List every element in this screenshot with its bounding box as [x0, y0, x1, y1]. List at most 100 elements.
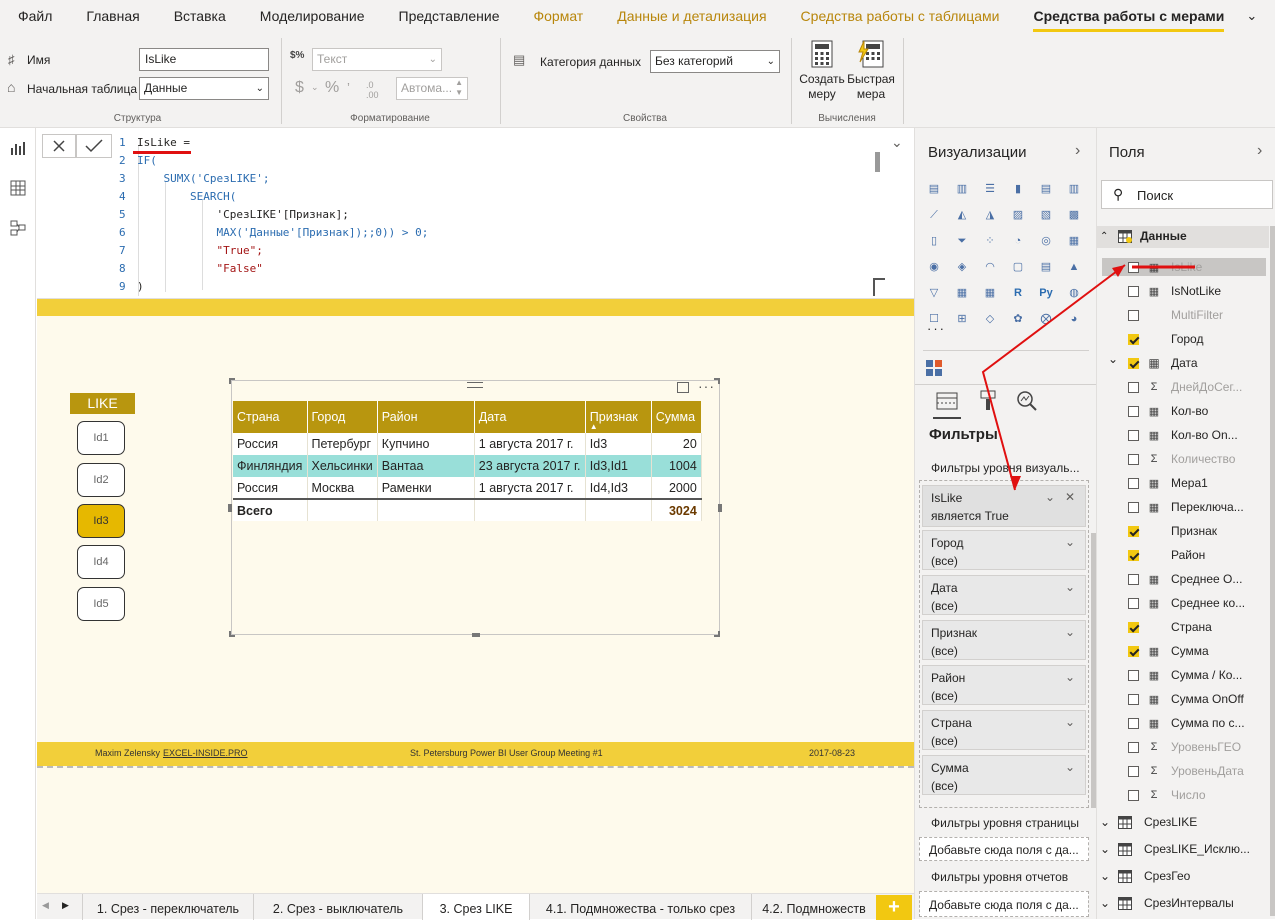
field-item[interactable]: ▦ Кол-во	[1128, 402, 1208, 420]
slicer-item[interactable]: Id4	[77, 545, 125, 579]
tab-scroll-left-icon[interactable]: ◀	[42, 900, 49, 911]
field-item[interactable]: Район	[1128, 546, 1205, 564]
funnel-icon[interactable]: ⏷	[953, 233, 971, 251]
report-filter-drop-zone[interactable]: Добавьте сюда поля с да...	[919, 891, 1089, 917]
table-row[interactable]: Россия Петербург Купчино 1 августа 2017 …	[233, 433, 702, 455]
chevron-down-icon[interactable]: ⌄	[1065, 580, 1075, 594]
currency-icon[interactable]: $	[295, 79, 304, 97]
clustered-bar-icon[interactable]: ☰	[981, 181, 999, 199]
arcgis-icon[interactable]: ◍	[1065, 285, 1083, 303]
close-icon[interactable]: ✕	[1065, 490, 1075, 504]
column-header[interactable]: Дата	[474, 401, 586, 433]
field-item[interactable]: ▦ IsLike	[1102, 258, 1266, 276]
field-item[interactable]: ▦ Переключа...	[1128, 498, 1244, 516]
formula-scroll-end[interactable]	[873, 278, 885, 296]
chevron-down-icon[interactable]: ⌄	[1045, 490, 1055, 504]
model-view-icon[interactable]	[9, 220, 27, 236]
column-header[interactable]: Район	[377, 401, 475, 433]
field-checkbox[interactable]	[1128, 357, 1139, 369]
tab-page-5[interactable]: 4.2. Подмножеств	[752, 894, 876, 920]
chevron-down-icon[interactable]: ⌄	[1100, 815, 1118, 829]
field-item[interactable]: Страна	[1128, 618, 1212, 636]
fish-icon[interactable]: ✿	[1009, 311, 1027, 329]
measure-name-input[interactable]: IsLike	[139, 48, 269, 71]
field-checkbox[interactable]	[1128, 525, 1139, 537]
field-checkbox[interactable]	[1128, 741, 1139, 753]
menu-measure-tools[interactable]: Средства работы с мерами	[1033, 0, 1224, 32]
format-paint-icon[interactable]	[979, 390, 997, 412]
chevron-up-icon[interactable]: ⌃	[1100, 231, 1118, 242]
treemap-icon[interactable]: ▦	[1065, 233, 1083, 251]
report-view-icon[interactable]	[9, 140, 27, 156]
ribbon-chart-icon[interactable]: ▩	[1065, 207, 1083, 225]
slicer-item[interactable]: Id2	[77, 463, 125, 497]
table-row[interactable]: Россия Москва Раменки 1 августа 2017 г. …	[233, 477, 702, 499]
more-options-icon[interactable]: ···	[698, 378, 715, 394]
analytics-icon[interactable]	[1016, 390, 1038, 412]
filter-card-attribute[interactable]: Признак (все) ⌄	[922, 620, 1086, 660]
field-item[interactable]: ▦ Сумма / Ко...	[1128, 666, 1242, 684]
menu-view[interactable]: Представление	[399, 0, 500, 32]
slicer-item-selected[interactable]: Id3	[77, 504, 125, 538]
more-visuals-icon[interactable]: ···	[927, 321, 946, 336]
stacked-area-icon[interactable]: ◮	[981, 207, 999, 225]
field-item[interactable]: ▦ Дата ⌄	[1108, 352, 1198, 372]
area-chart-icon[interactable]: ◭	[953, 207, 971, 225]
field-checkbox[interactable]	[1128, 285, 1139, 297]
field-checkbox[interactable]	[1128, 789, 1139, 801]
quick-measure-button[interactable]: Быстрая мера	[846, 38, 896, 108]
resize-handle[interactable]	[718, 504, 722, 512]
menu-table-tools[interactable]: Средства работы с таблицами	[801, 0, 1000, 32]
drag-handle-icon[interactable]	[467, 382, 483, 388]
waterfall-icon[interactable]: ▯	[925, 233, 943, 251]
field-item[interactable]: ▦ Сумма OnOff	[1128, 690, 1244, 708]
field-checkbox[interactable]	[1128, 309, 1139, 321]
format-select[interactable]: Текст ⌄	[312, 48, 442, 71]
resize-handle[interactable]	[228, 504, 232, 512]
thousands-icon[interactable]: ’	[347, 80, 350, 95]
resize-handle[interactable]	[229, 631, 235, 637]
fields-scrollbar[interactable]	[1270, 226, 1275, 916]
chevron-down-icon[interactable]: ⌄	[1065, 670, 1075, 684]
table-node[interactable]: ⌄ СрезИнтервалы	[1100, 896, 1234, 911]
multirow-card-icon[interactable]: ▤	[1037, 259, 1055, 277]
chord-icon[interactable]: ⨂	[1037, 311, 1055, 329]
field-checkbox[interactable]	[1128, 381, 1139, 393]
field-checkbox[interactable]	[1128, 717, 1139, 729]
field-item[interactable]: Σ УровеньГЕО	[1128, 738, 1241, 756]
table-row[interactable]: Финляндия Хельсинки Вантаа 23 августа 20…	[233, 455, 702, 477]
line-clustered-icon[interactable]: ▧	[1037, 207, 1055, 225]
chevron-down-icon[interactable]: ⌄	[1065, 715, 1075, 729]
percent-icon[interactable]: %	[325, 79, 339, 97]
pie-custom-icon[interactable]: ◕	[1065, 311, 1083, 329]
100-bar-icon[interactable]: ▤	[1037, 181, 1055, 199]
chevron-down-icon[interactable]: ⌄	[1246, 0, 1257, 32]
tab-page-4[interactable]: 4.1. Подмножества - только срез	[530, 894, 752, 920]
column-header[interactable]: Сумма	[651, 401, 702, 433]
line-column-icon[interactable]: ▨	[1009, 207, 1027, 225]
field-checkbox[interactable]	[1128, 453, 1139, 465]
new-measure-button[interactable]: Создать меру	[798, 38, 846, 108]
field-checkbox[interactable]	[1128, 669, 1139, 681]
tab-page-2[interactable]: 2. Срез - выключатель	[254, 894, 423, 920]
python-visual-icon[interactable]: Py	[1037, 285, 1055, 303]
slicer-icon[interactable]: ▽	[925, 285, 943, 303]
slicer-item[interactable]: Id1	[77, 421, 125, 455]
home-table-select[interactable]: Данные ⌄	[139, 77, 269, 100]
field-item[interactable]: Σ ДнейДоСег...	[1128, 378, 1242, 396]
add-page-button[interactable]: +	[876, 895, 912, 920]
chevron-down-icon[interactable]: ⌄	[1100, 842, 1118, 856]
column-header[interactable]: Город	[307, 401, 378, 433]
column-header-sorted[interactable]: Признак ▲	[585, 401, 652, 433]
table-node[interactable]: ⌄ СрезLIKE	[1100, 815, 1197, 830]
field-checkbox[interactable]	[1128, 645, 1139, 657]
menu-data-drill[interactable]: Данные и детализация	[617, 0, 766, 32]
menu-format[interactable]: Формат	[533, 0, 583, 32]
chevron-down-icon[interactable]: ⌄	[891, 134, 903, 151]
field-item[interactable]: MultiFilter	[1128, 306, 1223, 324]
fields-tab-icon[interactable]	[936, 392, 958, 412]
field-item[interactable]: Σ УровеньДата	[1128, 762, 1244, 780]
decimal-increase-icon[interactable]: .0.00	[366, 80, 379, 100]
card-icon[interactable]: ▢	[1009, 259, 1027, 277]
fields-search-box[interactable]: ⚲ Поиск	[1101, 180, 1273, 209]
